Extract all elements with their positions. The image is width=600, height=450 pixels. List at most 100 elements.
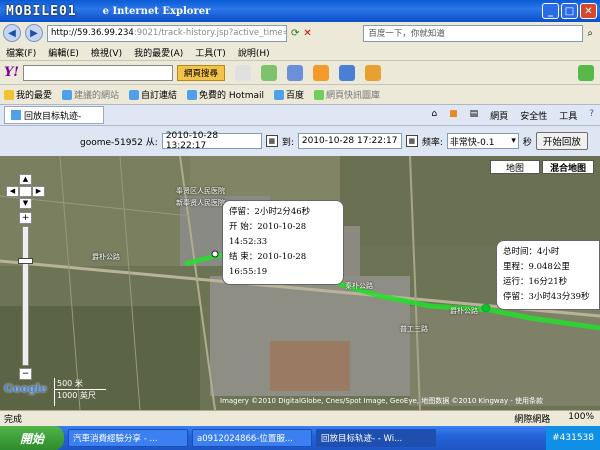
map-type-hybrid-button[interactable]: 混合地图	[542, 160, 594, 174]
favorites-bar: 我的最愛 建議的網站 自訂連結 免費的 Hotmail 百度 網頁快訊圖庫	[0, 84, 600, 104]
arrow-down-icon[interactable]: ▼	[19, 198, 32, 209]
fav-label: 免費的 Hotmail	[199, 91, 264, 101]
messenger-icon[interactable]	[365, 64, 382, 81]
map-pan-control[interactable]: ▲ ◀ ▶ ▼	[6, 174, 46, 210]
road-label: 普工三路	[400, 325, 428, 333]
tab-track-replay[interactable]: 回放目标轨迹-	[4, 106, 104, 124]
start-button[interactable]: 開始	[0, 426, 64, 450]
taskbar: 開始 汽車消費經驗分享 - ... a0912024866-位置服... 回放目…	[0, 426, 600, 450]
fav-label: 百度	[286, 91, 305, 101]
search-icon[interactable]: ⌕	[587, 28, 597, 39]
favorites-button[interactable]: 我的最愛	[4, 88, 52, 101]
taskbar-item-replay[interactable]: 回放目标轨迹- - Wi...	[316, 429, 436, 447]
frequency-label: 频率:	[421, 137, 443, 148]
system-tray: #431538	[546, 426, 600, 450]
page-menu[interactable]: 網頁	[490, 109, 508, 122]
stop-marker[interactable]	[211, 250, 219, 258]
frequency-select[interactable]: 非常快-0.1 ▾	[446, 133, 519, 149]
window-logo: MOBILE01	[6, 3, 77, 19]
stop-duration: 停留：2小时2分46秒	[229, 207, 311, 217]
refresh-icon[interactable]: ⟳	[291, 28, 299, 39]
stop-icon[interactable]: ✕	[303, 28, 311, 39]
tray-text: #431538	[552, 433, 594, 443]
zoom-in-button[interactable]: +	[19, 212, 32, 224]
tab-bar: 回放目标轨迹- ⌂ ■ ▤ 網頁 安全性 工具 ?	[0, 104, 600, 126]
menu-edit[interactable]: 編輯(E)	[48, 46, 79, 59]
menu-file[interactable]: 檔案(F)	[6, 46, 36, 59]
home-icon[interactable]: ⌂	[431, 109, 437, 122]
road-label: 秦朴公路	[345, 282, 373, 290]
url-host: http://59.36.99.234	[51, 28, 134, 38]
map-view[interactable]: 爵朴公路 秦朴公路 爵朴公路 普工三路 奉贤区人民医院 新奉贤人民医院 ▲ ◀ …	[0, 156, 600, 410]
fav-label: 網頁快訊圖庫	[326, 91, 381, 101]
add-icon[interactable]	[261, 64, 278, 81]
to-label: 到:	[281, 137, 294, 148]
end-time-input[interactable]: 2010-10-28 17:22:17	[297, 133, 402, 149]
url-path: :9021/track-history.jsp?active_time=2010…	[133, 28, 286, 38]
fav-link-webslice[interactable]: 網頁快訊圖庫	[314, 88, 380, 101]
zoom-slider[interactable]	[22, 226, 29, 366]
tab-label: 回放目标轨迹-	[24, 111, 82, 122]
zoom-handle[interactable]	[18, 258, 33, 264]
center-icon[interactable]	[19, 186, 32, 197]
arrow-right-icon[interactable]: ▶	[32, 186, 45, 197]
seconds-label: 秒	[522, 137, 532, 148]
menu-tools[interactable]: 工具(T)	[195, 46, 226, 59]
menu-help[interactable]: 說明(H)	[238, 46, 270, 59]
ie-icon	[274, 89, 284, 100]
taskbar-item-location[interactable]: a0912024866-位置服...	[192, 429, 312, 447]
map-type-map-button[interactable]: 地图	[490, 160, 540, 174]
url-field[interactable]: http://59.36.99.234:9021/track-history.j…	[47, 24, 287, 42]
gear-icon[interactable]	[578, 64, 594, 81]
minimize-button[interactable]: _	[542, 3, 559, 19]
yahoo-search-button[interactable]: 網頁搜尋	[177, 64, 226, 81]
favorites-label: 我的最愛	[16, 91, 53, 101]
print-icon[interactable]: ▤	[470, 109, 479, 122]
zoom-level[interactable]: 100%	[568, 412, 594, 425]
star-icon	[4, 89, 14, 100]
help-icon[interactable]: ?	[589, 109, 594, 122]
fav-link-custom[interactable]: 自訂連結	[129, 88, 177, 101]
stop-end: 结 束：2010-10-28 16:55:19	[229, 252, 307, 277]
close-button[interactable]: ✕	[580, 3, 597, 19]
rss-icon[interactable]	[313, 64, 330, 81]
road-label: 奉贤区人民医院	[176, 187, 225, 195]
status-text: 完成	[4, 415, 23, 425]
window-title: e Internet Explorer	[102, 5, 211, 17]
calendar-icon[interactable]: ▦	[405, 135, 418, 147]
yahoo-logo[interactable]: Y!	[4, 65, 19, 80]
tools-menu[interactable]: 工具	[559, 109, 577, 122]
arrow-left-icon[interactable]: ◀	[6, 186, 19, 197]
fav-link-suggested[interactable]: 建議的網站	[62, 88, 119, 101]
arrow-up-icon[interactable]: ▲	[19, 174, 32, 185]
map-copyright: Imagery ©2010 DigitalGlobe, Cnes/Spot Im…	[220, 397, 544, 405]
search-input[interactable]: 百度一下，你就知道	[363, 24, 584, 42]
start-replay-button[interactable]: 开始回放	[535, 132, 588, 150]
mail-icon[interactable]	[339, 64, 356, 81]
zoom-out-button[interactable]: −	[19, 368, 32, 380]
rss-feed-icon[interactable]: ■	[449, 109, 458, 122]
back-button[interactable]: ◀	[3, 24, 21, 42]
start-time-input[interactable]: 2010-10-28 13:22:17	[161, 131, 262, 151]
fav-link-hotmail[interactable]: 免費的 Hotmail	[187, 88, 264, 101]
menu-view[interactable]: 檢視(V)	[91, 46, 122, 59]
webslice-icon	[314, 89, 325, 100]
status-bar: 完成 網際網路 100%	[0, 410, 600, 426]
menu-bar: 檔案(F) 編輯(E) 檢視(V) 我的最愛(A) 工具(T) 說明(H)	[0, 44, 600, 60]
pencil-icon[interactable]	[235, 64, 252, 81]
yahoo-search-input[interactable]	[23, 64, 173, 81]
chevron-down-icon: ▾	[511, 136, 516, 146]
scale-feet: 1000 英尺	[57, 391, 96, 400]
fav-link-baidu[interactable]: 百度	[274, 88, 304, 101]
forward-button[interactable]: ▶	[25, 24, 43, 42]
menu-favorites[interactable]: 我的最愛(A)	[134, 46, 183, 59]
mobile-icon[interactable]	[287, 64, 304, 81]
maximize-button[interactable]: □	[561, 3, 578, 19]
road-label: 爵朴公路	[92, 253, 120, 261]
title-bar: MOBILE01 e Internet Explorer _ □ ✕	[0, 0, 600, 22]
fav-label: 自訂連結	[141, 91, 178, 101]
safety-menu[interactable]: 安全性	[520, 109, 547, 122]
end-marker[interactable]	[481, 303, 491, 313]
calendar-icon[interactable]: ▦	[265, 135, 278, 147]
taskbar-item-forum[interactable]: 汽車消費經驗分享 - ...	[68, 429, 188, 447]
